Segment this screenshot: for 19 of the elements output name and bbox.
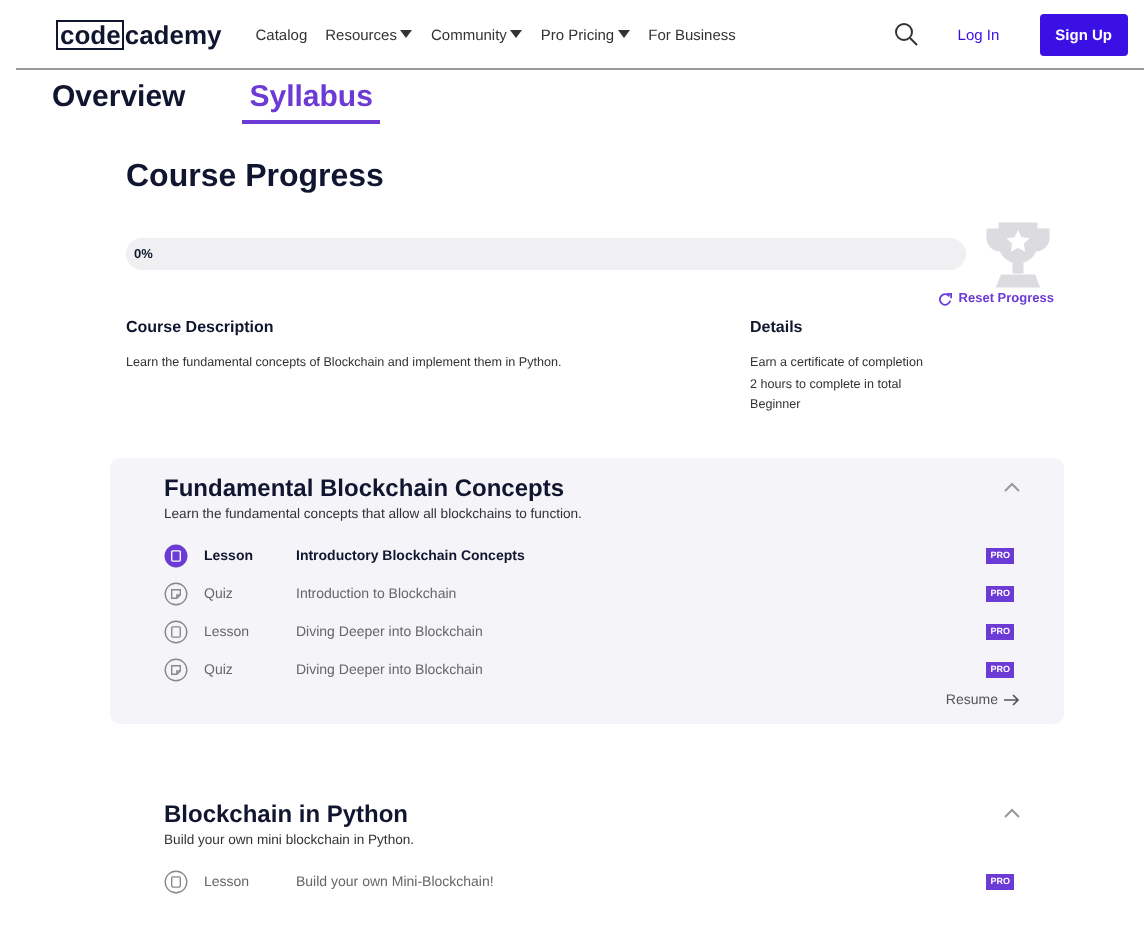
section-heading: Details — [750, 318, 805, 336]
module-title: Fundamental Blockchain Concepts — [164, 473, 565, 501]
tab[interactable]: Syllabus — [241, 80, 381, 124]
quiz-icon — [164, 582, 188, 606]
lesson-icon — [164, 544, 188, 568]
quiz-icon — [164, 658, 188, 682]
lesson-icon — [164, 870, 188, 894]
reset-icon — [938, 292, 953, 306]
page-title: Course Progress — [126, 160, 386, 196]
trophy-icon — [982, 220, 1054, 288]
lesson-icon — [164, 620, 188, 644]
section-heading: Course Description — [126, 318, 276, 336]
chevron-icon[interactable] — [1004, 808, 1020, 818]
tab[interactable]: Overview — [44, 80, 194, 124]
module-title: Blockchain in Python — [164, 799, 409, 827]
chevron-icon[interactable] — [1004, 482, 1020, 492]
arrow-right-icon — [1004, 694, 1020, 706]
search-icon[interactable] — [893, 22, 918, 46]
codecademy-logo[interactable]: codecademy — [56, 19, 222, 49]
